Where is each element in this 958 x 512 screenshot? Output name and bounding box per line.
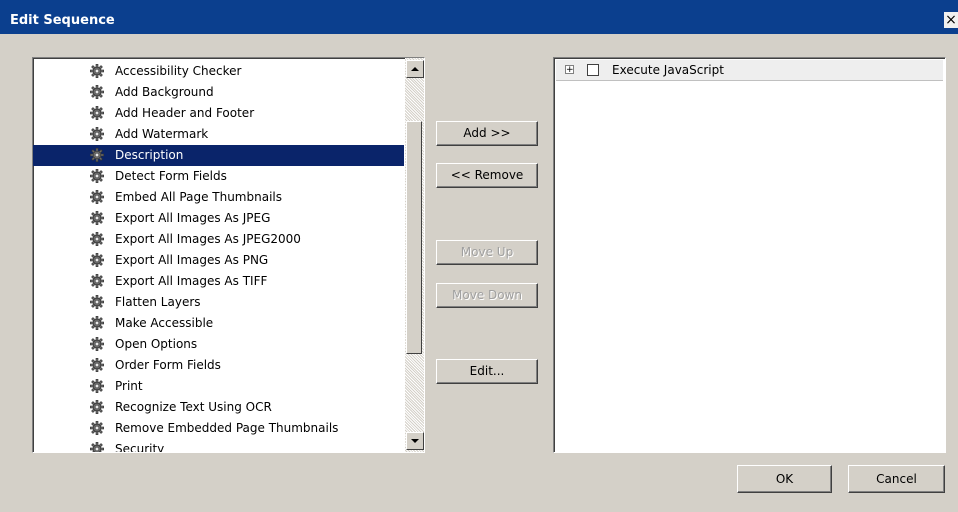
gear-icon — [90, 232, 104, 246]
command-items: Accessibility Checker Add Background Add H… — [33, 61, 404, 453]
list-item[interactable]: Accessibility Checker — [33, 61, 404, 82]
list-item-label: Flatten Layers — [115, 295, 201, 309]
list-item[interactable]: Add Header and Footer — [33, 103, 404, 124]
gear-icon — [90, 442, 104, 452]
scroll-up-button[interactable] — [406, 60, 424, 78]
list-item-label: Add Header and Footer — [115, 106, 255, 120]
list-item[interactable]: Remove Embedded Page Thumbnails — [33, 418, 404, 439]
list-item[interactable]: Export All Images As JPEG2000 — [33, 229, 404, 250]
gear-icon — [90, 169, 104, 183]
list-item-label: Description — [115, 148, 184, 162]
gear-icon — [90, 421, 104, 435]
list-item[interactable]: Open Options — [33, 334, 404, 355]
list-item[interactable]: Add Watermark — [33, 124, 404, 145]
list-item-label: Order Form Fields — [115, 358, 221, 372]
gear-icon — [90, 379, 104, 393]
list-item-label: Open Options — [115, 337, 198, 351]
gear-icon — [90, 106, 104, 120]
gear-icon — [90, 211, 104, 225]
title-bar: Edit Sequence × — [0, 0, 958, 34]
sequence-item-label: Execute JavaScript — [612, 63, 724, 77]
gear-icon — [90, 400, 104, 414]
gear-icon — [90, 148, 104, 162]
list-item-label: Export All Images As TIFF — [115, 274, 268, 288]
gear-icon — [90, 358, 104, 372]
edit-button[interactable]: Edit... — [436, 359, 538, 384]
expand-icon[interactable]: + — [565, 65, 574, 75]
sequence-item-checkbox[interactable] — [587, 64, 599, 76]
arrow-up-icon — [411, 67, 419, 71]
list-item-label: Accessibility Checker — [115, 64, 242, 78]
list-item-label: Add Background — [115, 85, 214, 99]
scroll-thumb[interactable] — [406, 121, 422, 354]
sequence-item[interactable]: + Execute JavaScript — [556, 60, 943, 81]
cancel-button[interactable]: Cancel — [848, 465, 945, 493]
list-item[interactable]: Export All Images As JPEG — [33, 208, 404, 229]
list-item[interactable]: Flatten Layers — [33, 292, 404, 313]
list-item[interactable]: Security — [33, 439, 404, 453]
list-item[interactable]: Recognize Text Using OCR — [33, 397, 404, 418]
vertical-scrollbar[interactable] — [405, 58, 424, 452]
list-item-label: Embed All Page Thumbnails — [115, 190, 282, 204]
list-item-label: Export All Images As JPEG — [115, 211, 271, 225]
list-item-label: Add Watermark — [115, 127, 209, 141]
ok-button[interactable]: OK — [737, 465, 832, 493]
sequence-tree[interactable]: + Execute JavaScript — [553, 57, 946, 453]
close-icon[interactable]: × — [944, 12, 958, 28]
gear-icon — [90, 253, 104, 267]
list-item-label: Security — [115, 442, 165, 453]
gear-icon — [90, 274, 104, 288]
gear-icon — [90, 316, 104, 330]
scroll-down-button[interactable] — [406, 432, 424, 450]
list-item[interactable]: Embed All Page Thumbnails — [33, 187, 404, 208]
list-item[interactable]: Export All Images As PNG — [33, 250, 404, 271]
list-item-label: Make Accessible — [115, 316, 214, 330]
available-commands-list[interactable]: Accessibility Checker Add Background Add H… — [32, 57, 425, 453]
move-up-button[interactable]: Move Up — [436, 240, 538, 265]
list-item-label: Detect Form Fields — [115, 169, 227, 183]
list-item[interactable]: Order Form Fields — [33, 355, 404, 376]
add-button[interactable]: Add >> — [436, 121, 538, 146]
gear-icon — [90, 295, 104, 309]
list-item[interactable]: Detect Form Fields — [33, 166, 404, 187]
gear-icon — [90, 64, 104, 78]
gear-icon — [90, 85, 104, 99]
list-item[interactable]: Print — [33, 376, 404, 397]
list-item[interactable]: Export All Images As TIFF — [33, 271, 404, 292]
list-item-label: Export All Images As PNG — [115, 253, 269, 267]
remove-button[interactable]: << Remove — [436, 163, 538, 188]
list-item-label: Recognize Text Using OCR — [115, 400, 272, 414]
list-item[interactable]: Description — [33, 145, 404, 166]
arrow-down-icon — [411, 439, 419, 443]
dialog-title: Edit Sequence — [10, 13, 115, 28]
list-item[interactable]: Add Background — [33, 82, 404, 103]
move-down-button[interactable]: Move Down — [436, 283, 538, 308]
list-item-label: Print — [115, 379, 143, 393]
list-item-label: Remove Embedded Page Thumbnails — [115, 421, 339, 435]
gear-icon — [90, 337, 104, 351]
list-item[interactable]: Make Accessible — [33, 313, 404, 334]
list-item-label: Export All Images As JPEG2000 — [115, 232, 301, 246]
gear-icon — [90, 190, 104, 204]
gear-icon — [90, 127, 104, 141]
